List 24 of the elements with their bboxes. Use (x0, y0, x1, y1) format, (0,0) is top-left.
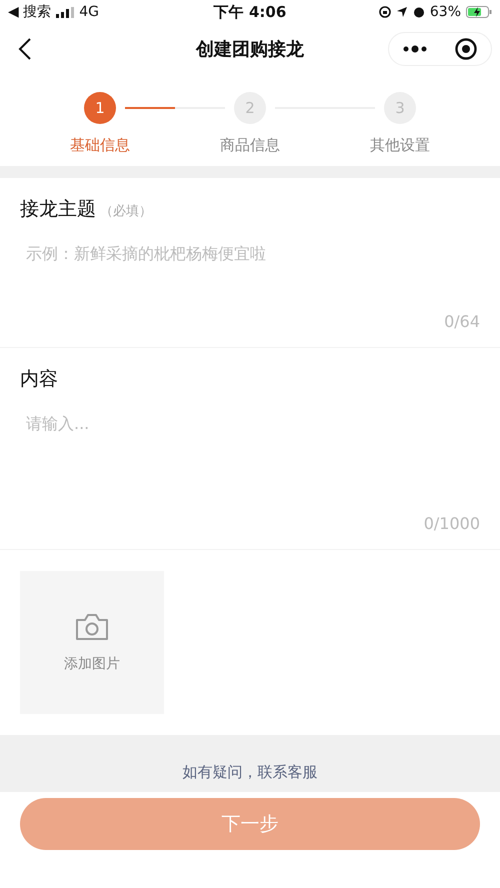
input-field[interactable]: 请输入... (20, 410, 480, 510)
add-image-button[interactable]: 添加图片 (20, 571, 164, 714)
location-icon (396, 6, 408, 18)
field-label: 接龙主题 (20, 197, 96, 222)
step-label: 商品信息 (220, 136, 280, 155)
required-hint: （必填） (100, 203, 152, 220)
char-counter: 0/64 (444, 312, 480, 331)
field-label: 内容 (20, 367, 58, 392)
step-number: 1 (84, 92, 116, 124)
char-counter: 0/1000 (424, 514, 480, 533)
input-field[interactable]: 示例：新鲜采摘的枇杷杨梅便宜啦 (20, 240, 480, 308)
battery-icon (466, 6, 492, 18)
status-time: 下午 4:06 (214, 2, 286, 22)
camera-icon (75, 612, 109, 640)
contact-support-link[interactable]: 如有疑问，联系客服 (182, 763, 318, 782)
step-label: 其他设置 (370, 136, 430, 155)
back-icon[interactable] (18, 37, 32, 61)
network-type: 4G (79, 4, 99, 20)
back-to-app[interactable]: ◀ 搜索 (8, 3, 52, 21)
page-title: 创建团购接龙 (196, 39, 304, 60)
more-icon[interactable] (403, 45, 427, 53)
step-label: 基础信息 (70, 136, 130, 155)
signal-icon (56, 6, 74, 18)
battery-percent: 63% (430, 4, 462, 20)
